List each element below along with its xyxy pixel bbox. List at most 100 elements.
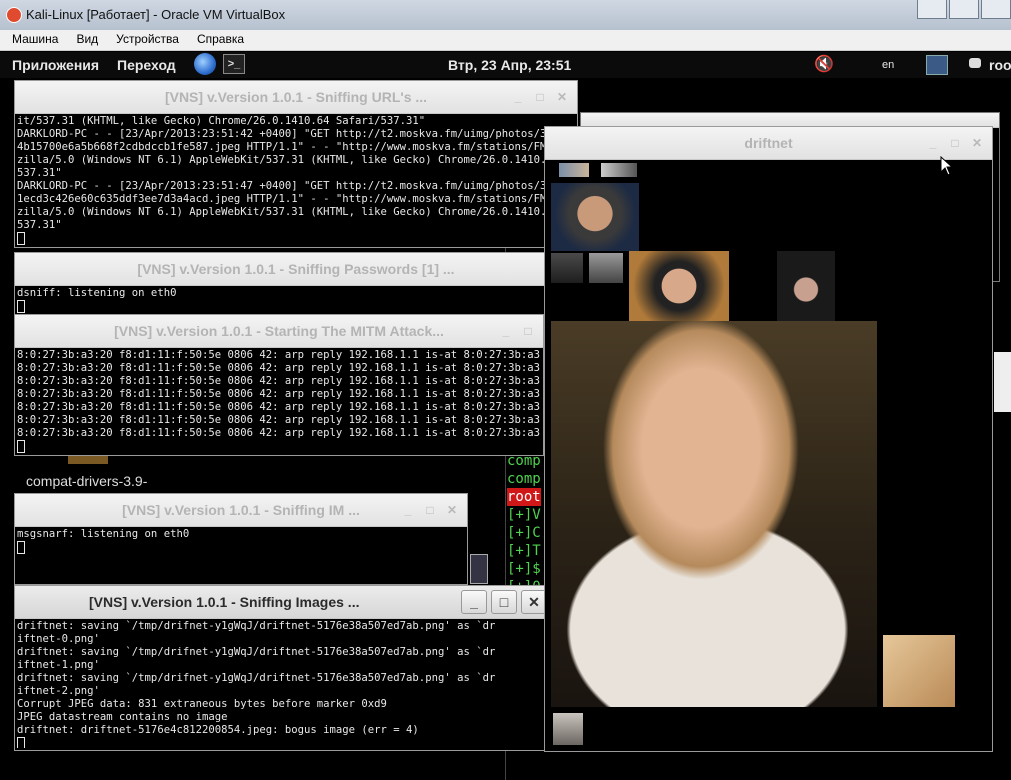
applications-menu[interactable]: Приложения [12, 57, 99, 73]
keyboard-layout-indicator[interactable]: en [882, 59, 894, 71]
terminal-line: 537.31" [17, 219, 62, 231]
maximize-button[interactable]: □ [533, 90, 547, 104]
window-sniffing-passwords[interactable]: [VNS] v.Version 1.0.1 - Sniffing Passwor… [14, 252, 578, 316]
terminal-launcher-icon[interactable]: >_ [223, 54, 245, 74]
bg-frag-line-3: [+]V [507, 507, 541, 523]
bg-frag-line-1: comp [507, 471, 541, 487]
bg-frag-line-2: root [507, 488, 541, 506]
terminal-cursor [17, 440, 25, 453]
host-window-controls [915, 0, 1011, 20]
window-mitm-attack[interactable]: [VNS] v.Version 1.0.1 - Starting The MIT… [14, 314, 544, 456]
window-controls: _ □ ✕ [511, 81, 569, 113]
terminal-line: driftnet: saving `/tmp/drifnet-y1gWqJ/dr… [17, 646, 496, 658]
maximize-button[interactable]: □ [423, 503, 437, 517]
terminal-cursor [17, 232, 25, 245]
terminal-line: 8:0:27:3b:a3:20 f8:d1:11:f:50:5e 0806 42… [17, 427, 541, 439]
host-maximize-button[interactable] [949, 0, 979, 19]
background-window-edge [994, 352, 1011, 412]
terminal-cursor [17, 541, 25, 554]
captured-image-album-cover [883, 635, 955, 707]
terminal-cursor [17, 300, 25, 313]
window-sniffing-images[interactable]: [VNS] v.Version 1.0.1 - Sniffing Images … [14, 585, 552, 751]
terminal-line: DARKLORD-PC - - [23/Apr/2013:23:51:47 +0… [17, 180, 575, 192]
terminal-output[interactable]: it/537.31 (KHTML, like Gecko) Chrome/26.… [17, 115, 575, 245]
volume-muted-icon[interactable]: 🔇 [814, 56, 836, 74]
terminal-output[interactable]: dsniff: listening on eth0 [17, 287, 575, 313]
terminal-cursor [17, 737, 25, 748]
host-menubar: Машина Вид Устройства Справка [0, 30, 1011, 51]
menu-devices[interactable]: Устройства [110, 30, 185, 50]
window-title: [VNS] v.Version 1.0.1 - Sniffing Passwor… [15, 253, 577, 286]
terminal-line: iftnet-0.png' [17, 633, 100, 645]
terminal-line: 8:0:27:3b:a3:20 f8:d1:11:f:50:5e 0806 42… [17, 401, 541, 413]
captured-image-webcam [777, 251, 835, 321]
window-title: [VNS] v.Version 1.0.1 - Sniffing URL's .… [15, 81, 577, 114]
window-controls: _ □ ✕ [926, 127, 984, 159]
close-button[interactable]: ✕ [555, 90, 569, 104]
panel-clock[interactable]: Втр, 23 Апр, 23:51 [448, 57, 571, 73]
bg-frag-line-6: [+]$ [507, 561, 541, 577]
minimize-button[interactable]: _ [511, 90, 525, 104]
terminal-line: 537.31" [17, 167, 62, 179]
window-title: [VNS] v.Version 1.0.1 - Sniffing IM ... [15, 494, 467, 527]
bg-frag-line-5: [+]T [507, 543, 541, 559]
close-button[interactable]: ✕ [445, 503, 459, 517]
window-title: driftnet [545, 127, 992, 160]
virtualbox-icon [6, 7, 22, 23]
terminal-line: 8:0:27:3b:a3:20 f8:d1:11:f:50:5e 0806 42… [17, 349, 541, 361]
terminal-line: it/537.31 (KHTML, like Gecko) Chrome/26.… [17, 115, 426, 127]
terminal-line: iftnet-1.png' [17, 659, 100, 671]
window-sniffing-urls[interactable]: [VNS] v.Version 1.0.1 - Sniffing URL's .… [14, 80, 578, 248]
gnome-top-panel: Приложения Переход >_ Втр, 23 Апр, 23:51… [0, 52, 1011, 78]
captured-image-thumbnail [553, 713, 583, 745]
minimize-button[interactable]: _ [461, 590, 487, 614]
host-minimize-button[interactable] [917, 0, 947, 19]
captured-image-webcam [551, 183, 639, 251]
terminal-line: JPEG datastream contains no image [17, 711, 228, 723]
terminal-line: Corrupt JPEG data: 831 extraneous bytes … [17, 698, 387, 710]
mouse-cursor-icon [940, 156, 952, 176]
user-menu[interactable]: roo [989, 57, 1011, 73]
window-sniffing-im[interactable]: [VNS] v.Version 1.0.1 - Sniffing IM ... … [14, 493, 468, 585]
terminal-line: 8:0:27:3b:a3:20 f8:d1:11:f:50:5e 0806 42… [17, 414, 541, 426]
terminal-line: iftnet-2.png' [17, 685, 100, 697]
captured-image-portrait [551, 321, 877, 707]
terminal-line: 4b15700e6a5b668f2cdbdccb1fe587.jpeg HTTP… [17, 141, 575, 153]
host-close-button[interactable] [981, 0, 1011, 19]
menu-help[interactable]: Справка [191, 30, 250, 50]
terminal-line: 1ecd3c426e60c635ddf3ee7d3a4acd.jpeg HTTP… [17, 193, 575, 205]
terminal-line: driftnet: saving `/tmp/drifnet-y1gWqJ/dr… [17, 620, 496, 632]
terminal-output[interactable]: msgsnarf: listening on eth0 [17, 528, 465, 582]
background-compat-text: compat-drivers-3.9- [26, 473, 148, 489]
host-titlebar: Kali-Linux [Работает] - Oracle VM Virtua… [0, 0, 1011, 31]
minimize-button[interactable]: _ [401, 503, 415, 517]
captured-image-thumbnail [551, 253, 583, 283]
terminal-output[interactable]: driftnet: saving `/tmp/drifnet-y1gWqJ/dr… [17, 620, 549, 748]
terminal-line: 8:0:27:3b:a3:20 f8:d1:11:f:50:5e 0806 42… [17, 375, 541, 387]
captured-image-thumbnail [601, 163, 637, 177]
minimize-button[interactable]: _ [926, 136, 940, 150]
maximize-button[interactable]: □ [521, 324, 535, 338]
terminal-line: driftnet: saving `/tmp/drifnet-y1gWqJ/dr… [17, 672, 496, 684]
host-window-title: Kali-Linux [Работает] - Oracle VM Virtua… [26, 7, 286, 22]
captured-image-thumbnail [589, 253, 623, 283]
terminal-line: msgsnarf: listening on eth0 [17, 528, 190, 540]
terminal-output[interactable]: 8:0:27:3b:a3:20 f8:d1:11:f:50:5e 0806 42… [17, 349, 541, 453]
terminal-line: zilla/5.0 (Windows NT 6.1) AppleWebKit/5… [17, 206, 575, 218]
window-controls: _ □ [499, 315, 535, 347]
minimize-button[interactable]: _ [499, 324, 513, 338]
menu-machine[interactable]: Машина [6, 30, 64, 50]
bg-frag-line-4: [+]C [507, 525, 541, 541]
window-title: [VNS] v.Version 1.0.1 - Starting The MIT… [15, 315, 543, 348]
maximize-button[interactable]: □ [491, 590, 517, 614]
maximize-button[interactable]: □ [948, 136, 962, 150]
places-menu[interactable]: Переход [117, 57, 176, 73]
network-icon[interactable] [926, 55, 948, 75]
window-controls: _ □ ✕ [461, 586, 547, 618]
terminal-line: 8:0:27:3b:a3:20 f8:d1:11:f:50:5e 0806 42… [17, 388, 541, 400]
window-driftnet[interactable]: driftnet _ □ ✕ [544, 126, 993, 752]
menu-view[interactable]: Вид [70, 30, 104, 50]
close-button[interactable]: ✕ [970, 136, 984, 150]
browser-launcher-icon[interactable] [194, 53, 216, 75]
chat-status-icon[interactable] [969, 58, 981, 68]
